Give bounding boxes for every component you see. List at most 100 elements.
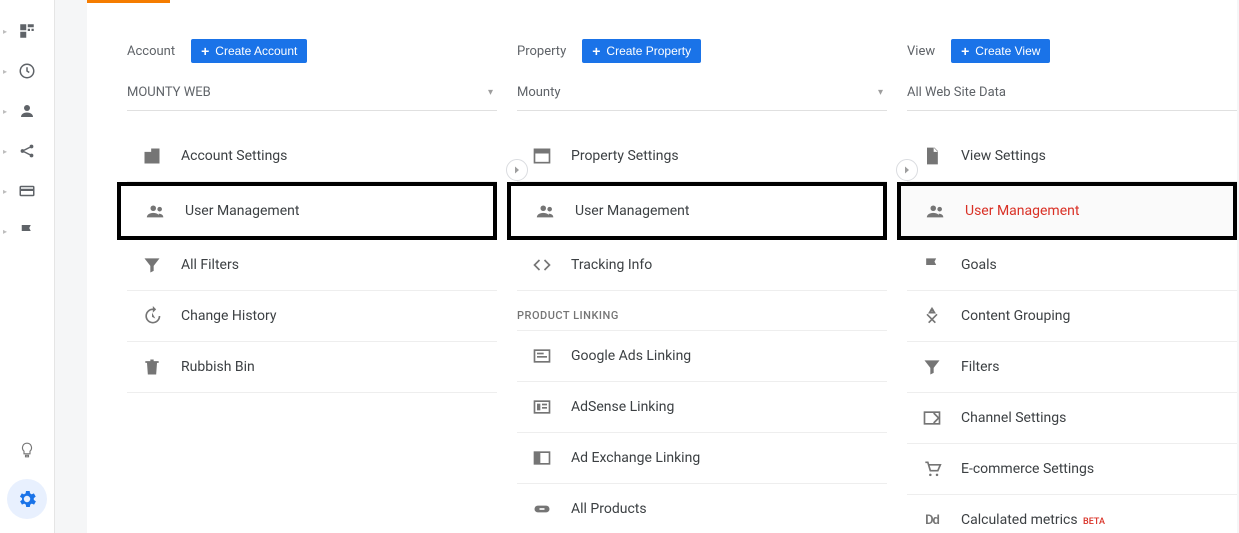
account-selector-value: MOUNTY WEB bbox=[127, 85, 211, 100]
code-icon bbox=[531, 254, 553, 276]
card-icon bbox=[18, 182, 36, 200]
grouping-icon bbox=[921, 305, 943, 327]
view-title: View bbox=[907, 44, 935, 59]
funnel-icon bbox=[141, 254, 163, 276]
menu-label: Property Settings bbox=[571, 148, 679, 164]
menu-all-products[interactable]: All Products bbox=[517, 484, 887, 533]
building-icon bbox=[141, 145, 163, 167]
sidebar-item-discover[interactable] bbox=[0, 441, 54, 459]
menu-label: User Management bbox=[185, 203, 299, 219]
menu-label: All Products bbox=[571, 501, 647, 517]
users-icon bbox=[925, 200, 947, 222]
menu-calculated-metrics[interactable]: Dd Calculated metrics BETA bbox=[907, 495, 1237, 533]
plus-icon: + bbox=[961, 44, 969, 58]
menu-goals[interactable]: Goals bbox=[907, 240, 1237, 291]
menu-view-filters[interactable]: Filters bbox=[907, 342, 1237, 393]
chevron-right-icon: ▸ bbox=[3, 27, 7, 36]
menu-view-user-management[interactable]: User Management bbox=[897, 182, 1237, 240]
users-icon bbox=[145, 200, 167, 222]
menu-label: Change History bbox=[181, 308, 276, 324]
create-property-label: Create Property bbox=[606, 44, 691, 58]
chevron-down-icon: ▾ bbox=[878, 87, 883, 98]
create-account-button[interactable]: + Create Account bbox=[191, 39, 307, 63]
menu-label: Goals bbox=[961, 257, 997, 273]
beta-badge: BETA bbox=[1083, 517, 1105, 527]
ads-icon bbox=[531, 345, 553, 367]
link-icon bbox=[531, 498, 553, 520]
menu-google-ads-linking[interactable]: Google Ads Linking bbox=[517, 331, 887, 382]
view-selector[interactable]: All Web Site Data bbox=[907, 79, 1237, 111]
account-title: Account bbox=[127, 44, 175, 59]
flag-icon bbox=[18, 222, 36, 240]
menu-ad-exchange-linking[interactable]: Ad Exchange Linking bbox=[517, 433, 887, 484]
menu-property-settings[interactable]: Property Settings bbox=[517, 131, 887, 182]
chevron-right-icon: ▸ bbox=[3, 67, 7, 76]
chevron-right-icon: ▸ bbox=[3, 187, 7, 196]
account-selector[interactable]: MOUNTY WEB ▾ bbox=[127, 79, 497, 111]
exchange-icon bbox=[531, 447, 553, 469]
sidebar: ▸ ▸ ▸ ▸ ▸ ▸ bbox=[0, 0, 55, 533]
plus-icon: + bbox=[201, 44, 209, 58]
chevron-right-icon: ▸ bbox=[3, 227, 7, 236]
create-view-button[interactable]: + Create View bbox=[951, 39, 1050, 63]
sidebar-item-dashboard[interactable]: ▸ bbox=[0, 22, 54, 40]
menu-label: Ad Exchange Linking bbox=[571, 450, 700, 466]
menu-ecommerce-settings[interactable]: E-commerce Settings bbox=[907, 444, 1237, 495]
document-icon bbox=[921, 145, 943, 167]
menu-label: E-commerce Settings bbox=[961, 461, 1094, 477]
sidebar-item-audience[interactable]: ▸ bbox=[0, 102, 54, 120]
users-icon bbox=[535, 200, 557, 222]
menu-label: User Management bbox=[965, 203, 1079, 219]
menu-label: Filters bbox=[961, 359, 1000, 375]
property-selector[interactable]: Mounty ▾ bbox=[517, 79, 887, 111]
property-title: Property bbox=[517, 44, 566, 59]
menu-adsense-linking[interactable]: AdSense Linking bbox=[517, 382, 887, 433]
view-column: View + Create View All Web Site Data Vie… bbox=[907, 39, 1237, 533]
menu-label: User Management bbox=[575, 203, 689, 219]
menu-view-settings[interactable]: View Settings bbox=[907, 131, 1237, 182]
dashboard-icon bbox=[18, 22, 36, 40]
chevron-right-icon: ▸ bbox=[3, 107, 7, 116]
sidebar-item-admin[interactable] bbox=[7, 479, 47, 519]
menu-content-grouping[interactable]: Content Grouping bbox=[907, 291, 1237, 342]
sidebar-item-behavior[interactable]: ▸ bbox=[0, 182, 54, 200]
sidebar-item-realtime[interactable]: ▸ bbox=[0, 62, 54, 80]
menu-property-user-management[interactable]: User Management bbox=[507, 182, 887, 240]
share-icon bbox=[18, 142, 36, 160]
chevron-down-icon: ▾ bbox=[488, 87, 493, 98]
menu-tracking-info[interactable]: Tracking Info bbox=[517, 240, 887, 291]
user-icon bbox=[18, 102, 36, 120]
cart-icon bbox=[921, 458, 943, 480]
layout-icon bbox=[531, 145, 553, 167]
plus-icon: + bbox=[592, 44, 600, 58]
create-view-label: Create View bbox=[975, 44, 1040, 58]
funnel-icon bbox=[921, 356, 943, 378]
account-column: Account + Create Account MOUNTY WEB ▾ bbox=[127, 39, 517, 533]
menu-label: Tracking Info bbox=[571, 257, 652, 273]
menu-label: All Filters bbox=[181, 257, 239, 273]
chevron-right-icon: ▸ bbox=[3, 147, 7, 156]
create-account-label: Create Account bbox=[215, 44, 297, 58]
menu-rubbish-bin[interactable]: Rubbish Bin bbox=[127, 342, 497, 393]
menu-change-history[interactable]: Change History bbox=[127, 291, 497, 342]
menu-account-settings[interactable]: Account Settings bbox=[127, 131, 497, 182]
sidebar-item-acquisition[interactable]: ▸ bbox=[0, 142, 54, 160]
gear-icon bbox=[16, 488, 38, 510]
menu-label: Channel Settings bbox=[961, 410, 1066, 426]
create-property-button[interactable]: + Create Property bbox=[582, 39, 701, 63]
menu-account-user-management[interactable]: User Management bbox=[117, 182, 497, 240]
menu-channel-settings[interactable]: Channel Settings bbox=[907, 393, 1237, 444]
clock-icon bbox=[18, 62, 36, 80]
menu-label: Content Grouping bbox=[961, 308, 1070, 324]
property-selector-value: Mounty bbox=[517, 85, 561, 100]
sidebar-item-conversions[interactable]: ▸ bbox=[0, 222, 54, 240]
menu-label: View Settings bbox=[961, 148, 1046, 164]
bulb-icon bbox=[18, 441, 36, 459]
adsense-icon bbox=[531, 396, 553, 418]
menu-label: Rubbish Bin bbox=[181, 359, 255, 375]
flag-icon bbox=[921, 254, 943, 276]
history-icon bbox=[141, 305, 163, 327]
menu-all-filters[interactable]: All Filters bbox=[127, 240, 497, 291]
dd-icon: Dd bbox=[921, 509, 943, 531]
property-column: Property + Create Property Mounty ▾ bbox=[517, 39, 907, 533]
